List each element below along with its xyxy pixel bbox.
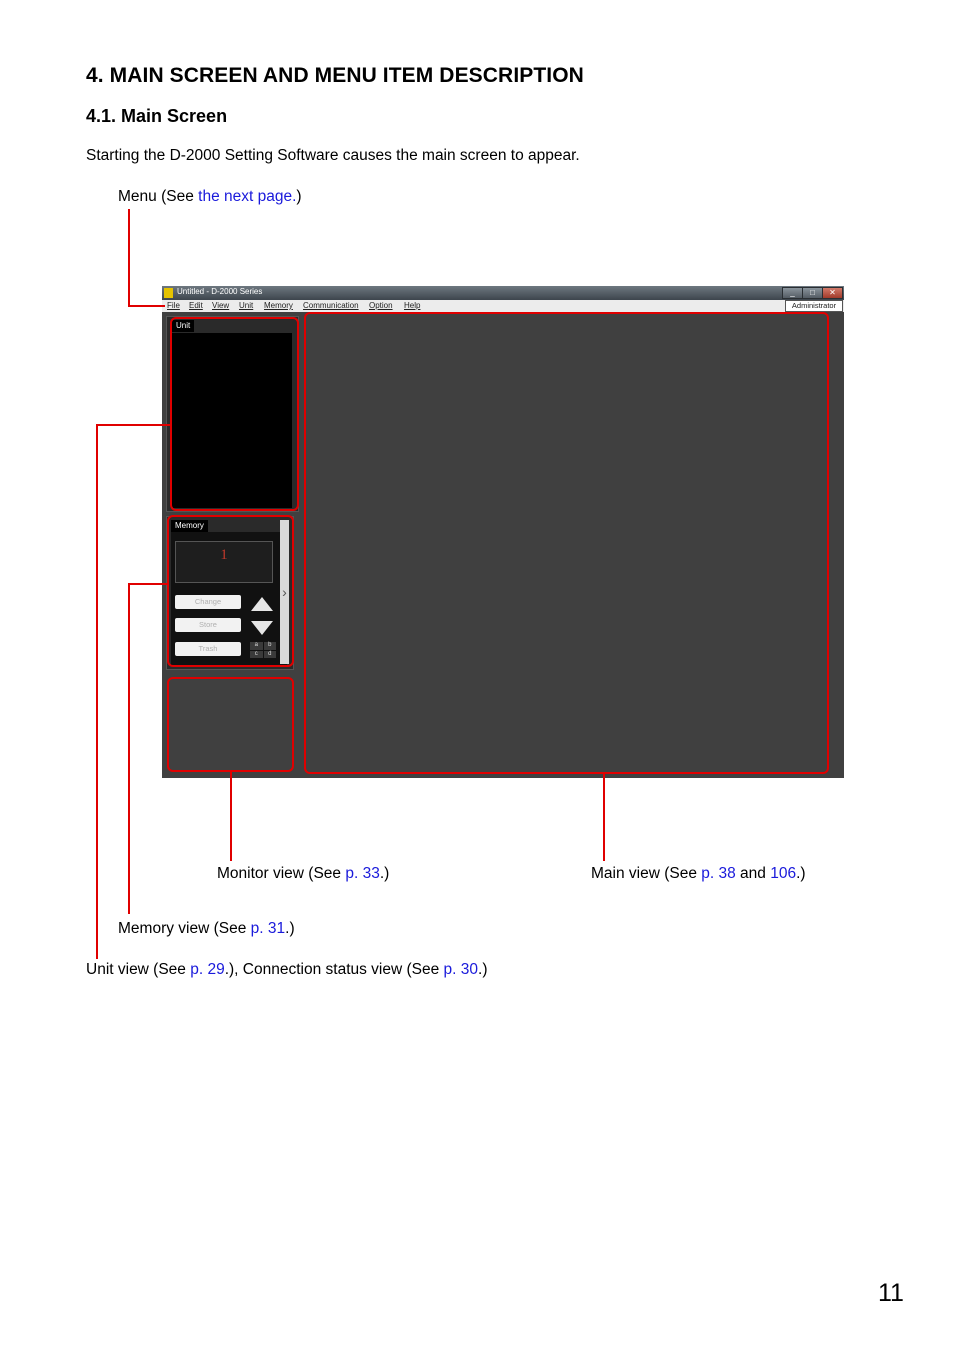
unit-leader-vertical <box>96 424 98 959</box>
close-icon[interactable]: ✕ <box>822 287 843 299</box>
menu-bar: File Edit View Unit Memory Communication… <box>162 300 844 312</box>
unit-link[interactable]: p. 29 <box>190 961 224 978</box>
menu-unit[interactable]: Unit <box>239 301 253 310</box>
unit-callout-mid: .), Connection status view (See <box>224 961 444 978</box>
menu-file[interactable]: File <box>167 301 180 310</box>
memory-leader-vertical <box>128 583 130 914</box>
monitor-callout-pre: Monitor view (See <box>217 865 346 882</box>
menu-leader-vertical <box>128 209 130 307</box>
memory-callout-pre: Memory view (See <box>118 920 251 937</box>
unit-view-highlight <box>170 317 299 511</box>
memory-view-highlight <box>167 515 294 667</box>
main-link-1[interactable]: p. 38 <box>701 865 735 882</box>
main-leader-vertical <box>603 774 605 861</box>
menu-memory[interactable]: Memory <box>264 301 293 310</box>
memory-callout: Memory view (See p. 31.) <box>118 920 295 938</box>
main-callout-pre: Main view (See <box>591 865 702 882</box>
intro-text: Starting the D-2000 Setting Software cau… <box>86 147 580 164</box>
menu-callout: Menu (See the next page.) <box>118 188 302 206</box>
title-bar: Untitled - D-2000 Series _ □ ✕ <box>162 286 844 300</box>
minimize-icon[interactable]: _ <box>782 287 803 299</box>
main-callout: Main view (See p. 38 and 106.) <box>591 865 806 883</box>
menu-edit[interactable]: Edit <box>189 301 203 310</box>
user-indicator: Administrator <box>785 300 843 312</box>
memory-leader-horizontal <box>128 583 168 585</box>
menu-link[interactable]: the next page. <box>198 188 296 205</box>
main-callout-post: .) <box>796 865 806 882</box>
subsection-heading: 4.1. Main Screen <box>86 106 228 126</box>
unit-callout: Unit view (See p. 29.), Connection statu… <box>86 961 488 979</box>
connection-status-link[interactable]: p. 30 <box>444 961 478 978</box>
unit-callout-pre: Unit view (See <box>86 961 191 978</box>
menu-communication[interactable]: Communication <box>303 301 359 310</box>
menu-callout-post: ) <box>296 188 302 205</box>
menu-view[interactable]: View <box>212 301 229 310</box>
menu-leader-horizontal <box>128 305 165 307</box>
monitor-leader-vertical <box>230 772 232 861</box>
section-heading: 4. MAIN SCREEN AND MENU ITEM DESCRIPTION <box>86 64 584 87</box>
menu-option[interactable]: Option <box>369 301 393 310</box>
monitor-view-highlight <box>167 677 294 772</box>
main-view-highlight <box>304 312 829 774</box>
window-title: Untitled - D-2000 Series <box>177 287 263 296</box>
main-callout-mid: and <box>735 865 771 882</box>
main-link-2[interactable]: 106 <box>770 865 796 882</box>
app-icon <box>164 288 173 298</box>
memory-link[interactable]: p. 31 <box>251 920 285 937</box>
memory-callout-post: .) <box>285 920 295 937</box>
menu-help[interactable]: Help <box>404 301 420 310</box>
monitor-callout-post: .) <box>379 865 390 882</box>
monitor-link[interactable]: p. 33 <box>345 865 379 882</box>
unit-leader-horizontal <box>96 424 171 426</box>
page-number: 11 <box>878 1279 904 1307</box>
monitor-callout: Monitor view (See p. 33.) <box>217 865 389 883</box>
maximize-icon[interactable]: □ <box>802 287 823 299</box>
menu-callout-pre: Menu (See <box>118 188 199 205</box>
unit-callout-post: .) <box>478 961 488 978</box>
